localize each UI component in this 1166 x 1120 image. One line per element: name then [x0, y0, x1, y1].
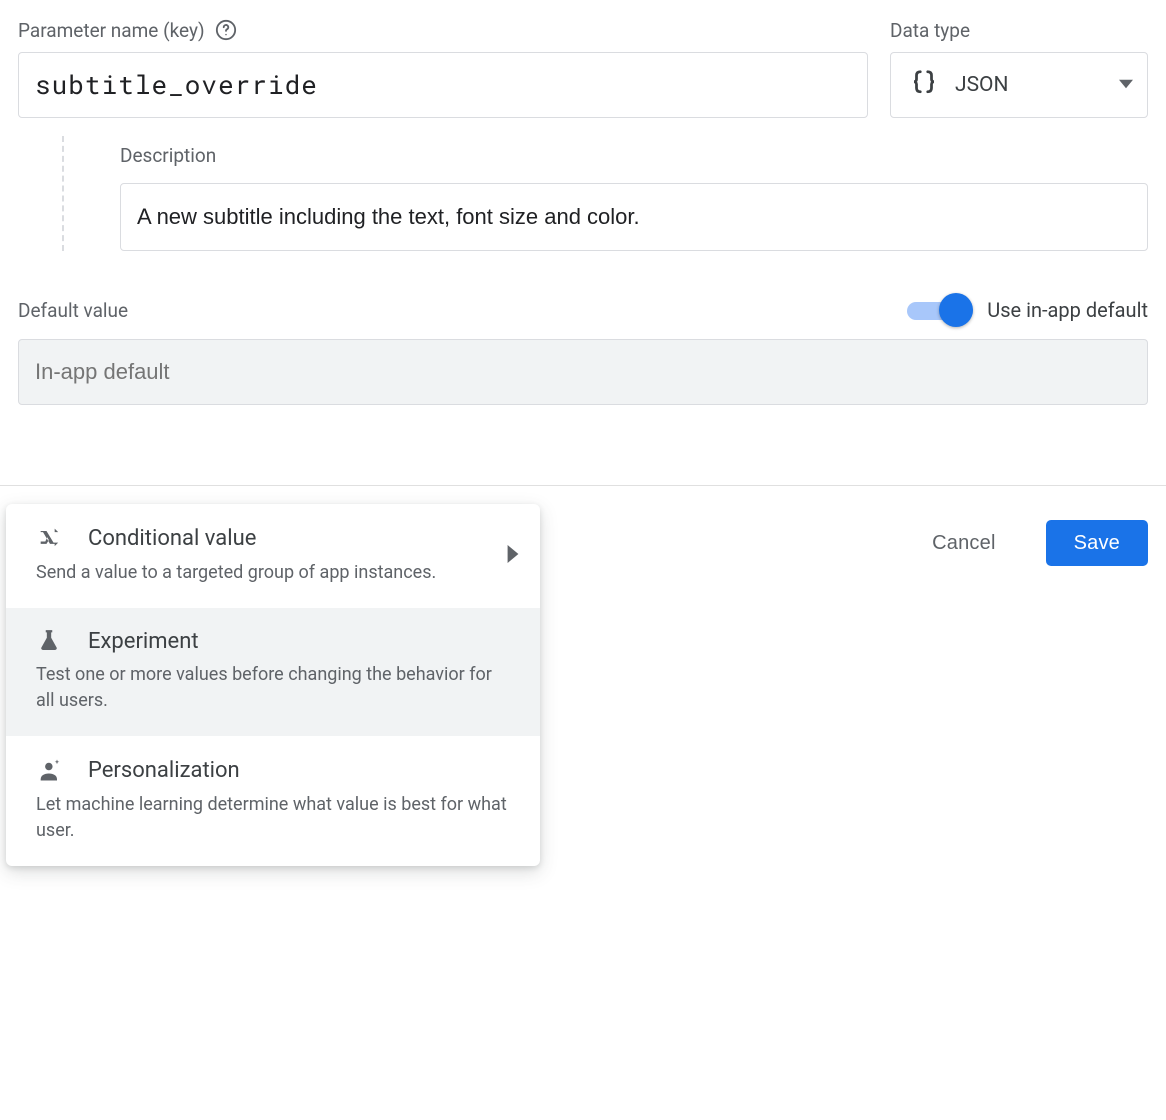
popover-title: Conditional value	[88, 526, 256, 551]
conditional-icon	[36, 524, 66, 552]
cancel-button[interactable]: Cancel	[904, 520, 1023, 566]
data-type-select[interactable]: JSON	[890, 52, 1148, 118]
default-value-label: Default value	[18, 299, 128, 322]
popover-item-experiment[interactable]: Experiment Test one or more values befor…	[6, 608, 540, 736]
data-type-label: Data type	[890, 19, 970, 42]
popover-title: Experiment	[88, 629, 199, 654]
help-icon[interactable]	[215, 19, 237, 41]
popover-item-conditional[interactable]: Conditional value Send a value to a targ…	[6, 504, 540, 608]
chevron-down-icon	[1119, 76, 1133, 95]
use-inapp-toggle[interactable]	[907, 293, 973, 327]
param-name-label: Parameter name (key)	[18, 19, 205, 42]
popover-title: Personalization	[88, 758, 240, 783]
save-button[interactable]: Save	[1046, 520, 1148, 566]
json-braces-icon	[909, 68, 939, 102]
description-label: Description	[120, 144, 216, 167]
chevron-right-icon	[506, 545, 520, 567]
flask-icon	[36, 628, 66, 654]
popover-desc: Test one or more values before changing …	[36, 662, 514, 714]
popover-desc: Let machine learning determine what valu…	[36, 792, 514, 844]
data-type-value: JSON	[955, 73, 1103, 97]
description-input[interactable]	[120, 183, 1148, 251]
tree-connector	[62, 136, 64, 251]
add-value-popover: Conditional value Send a value to a targ…	[6, 504, 540, 866]
param-name-input[interactable]	[18, 52, 868, 118]
popover-desc: Send a value to a targeted group of app …	[36, 560, 514, 586]
default-value-input	[18, 339, 1148, 405]
use-inapp-label: Use in-app default	[987, 298, 1148, 322]
popover-item-personalization[interactable]: Personalization Let machine learning det…	[6, 736, 540, 866]
person-sparkle-icon	[36, 756, 66, 784]
